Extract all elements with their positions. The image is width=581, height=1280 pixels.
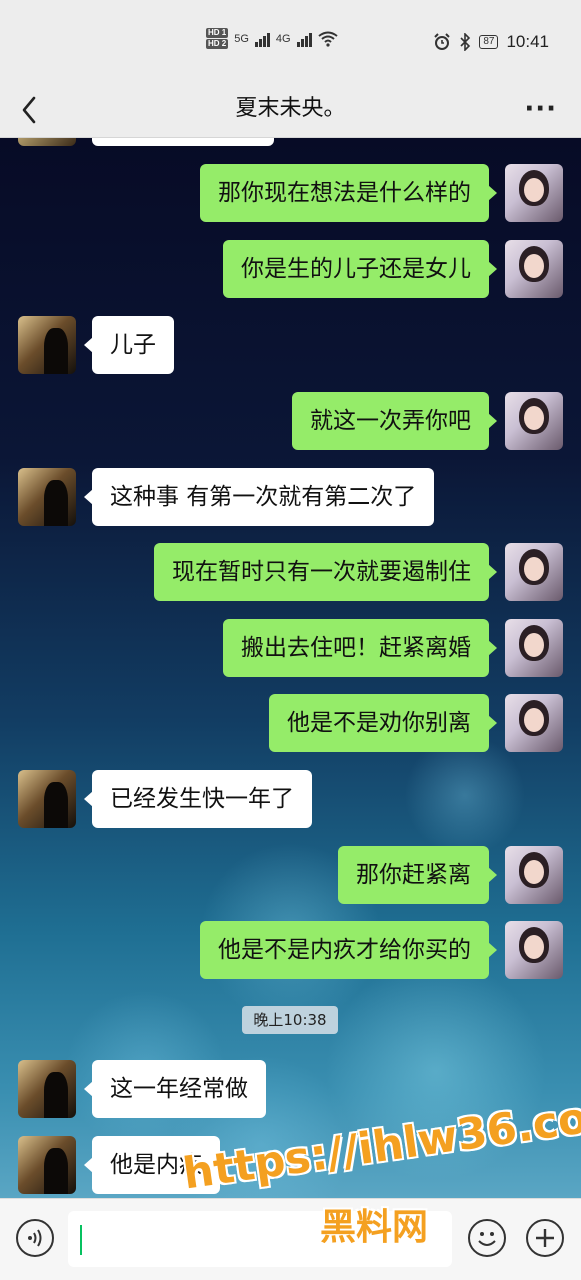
voice-icon[interactable]: [16, 1219, 54, 1257]
avatar-me[interactable]: [505, 619, 563, 677]
message-bubble-me[interactable]: 你是生的儿子还是女儿: [223, 240, 497, 298]
message-bubble-other[interactable]: 这一年经常做: [84, 1060, 266, 1118]
message-bubble-other[interactable]: 他是内疚: [84, 1136, 220, 1194]
message-row-other: 这种事 有第一次就有第二次了: [0, 468, 581, 526]
message-row-me: 那你现在想法是什么样的: [0, 164, 581, 222]
message-bubble-me[interactable]: 搬出去住吧！赶紧离婚: [223, 619, 497, 677]
message-row-other: 已经发生快一年了: [0, 770, 581, 828]
message-row-other: 儿子: [0, 316, 581, 374]
network-indicators: HD 1 HD 2 5G 4G: [206, 28, 338, 49]
message-bubble-me[interactable]: 他是不是劝你别离: [269, 694, 497, 752]
avatar-me[interactable]: [505, 921, 563, 979]
alarm-icon: [434, 33, 451, 50]
message-bubble-other[interactable]: 已经发生快一年了: [84, 770, 312, 828]
message-row-me: 他是不是内疚才给你买的: [0, 921, 581, 979]
chat-header: 夏末未央。 ···: [0, 84, 581, 138]
avatar-me[interactable]: [505, 164, 563, 222]
network-4g-label: 4G: [275, 32, 291, 45]
status-bar: HD 1 HD 2 5G 4G 87 10:41: [0, 0, 581, 84]
hd-badge-2: HD 2: [206, 39, 229, 49]
network-5g-label: 5G: [234, 32, 249, 45]
avatar-other[interactable]: [18, 468, 76, 526]
avatar-other[interactable]: [18, 770, 76, 828]
avatar-me[interactable]: [505, 543, 563, 601]
status-right: 87 10:41: [433, 32, 549, 52]
plus-icon[interactable]: [526, 1219, 564, 1257]
hd-badge-1: HD 1: [206, 28, 229, 38]
smiley-face-icon: [478, 1232, 496, 1246]
message-row-me: 现在暂时只有一次就要遏制住: [0, 543, 581, 601]
avatar-me[interactable]: [505, 694, 563, 752]
text-cursor: [80, 1225, 82, 1255]
hd-badges: HD 1 HD 2: [206, 28, 229, 49]
avatar-other[interactable]: [18, 1060, 76, 1118]
message-bubble-me[interactable]: 他是不是内疚才给你买的: [200, 921, 497, 979]
message-input[interactable]: [68, 1211, 452, 1267]
voice-wave-icon: [28, 1229, 42, 1247]
avatar-me[interactable]: [505, 846, 563, 904]
plus-sign-icon: [536, 1229, 554, 1247]
message-row-me: 搬出去住吧！赶紧离婚: [0, 619, 581, 677]
message-row-other: 他是内疚: [0, 1136, 581, 1194]
message-bubble-me[interactable]: 现在暂时只有一次就要遏制住: [154, 543, 497, 601]
avatar-other[interactable]: [18, 316, 76, 374]
bluetooth-icon: [460, 33, 471, 51]
clock: 10:41: [506, 32, 549, 51]
message-row-other: 这一年经常做: [0, 1060, 581, 1118]
wifi-icon: [317, 31, 338, 47]
message-bubble-me[interactable]: 那你现在想法是什么样的: [200, 164, 497, 222]
message-row-me: 那你赶紧离: [0, 846, 581, 904]
message-list[interactable]: 那你现在想法是什么样的 你是生的儿子还是女儿 儿子 就这一次弄你吧 这种事 有第…: [0, 138, 581, 1198]
emoji-icon[interactable]: [468, 1219, 506, 1257]
input-bar: [0, 1198, 581, 1280]
message-bubble-me[interactable]: 就这一次弄你吧: [292, 392, 497, 450]
message-row-me: 就这一次弄你吧: [0, 392, 581, 450]
message-row-me: 你是生的儿子还是女儿: [0, 240, 581, 298]
message-bubble-me[interactable]: 那你赶紧离: [338, 846, 497, 904]
battery-level: 87: [479, 35, 499, 49]
avatar-other-partial[interactable]: [18, 138, 76, 146]
message-timestamp: 晚上10:38: [242, 1006, 338, 1034]
signal-strength-icon: [254, 31, 270, 47]
message-bubble-partial: [92, 138, 274, 146]
avatar-me[interactable]: [505, 240, 563, 298]
message-row-me: 他是不是劝你别离: [0, 694, 581, 752]
message-bubble-other[interactable]: 这种事 有第一次就有第二次了: [83, 468, 435, 526]
avatar-me[interactable]: [505, 392, 563, 450]
signal-strength-icon-2: [296, 31, 312, 47]
chat-title: 夏末未央。: [235, 96, 346, 121]
avatar-other[interactable]: [18, 1136, 76, 1194]
message-bubble-other[interactable]: 儿子: [84, 316, 174, 374]
ellipsis-icon[interactable]: ···: [524, 94, 557, 124]
